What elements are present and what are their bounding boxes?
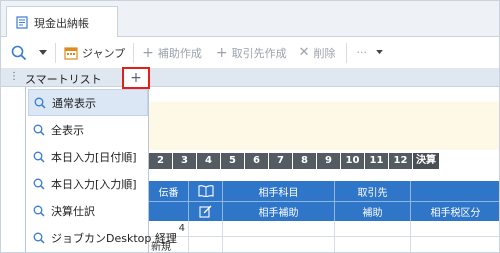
plus-icon: + <box>215 44 228 61</box>
month-tab[interactable]: 9 <box>317 153 340 169</box>
calendar-icon <box>64 46 78 60</box>
drag-handle-icon[interactable]: ⋮ <box>9 71 19 82</box>
partner-create-label: 取引先作成 <box>231 46 287 60</box>
smartlist-item-jobcan[interactable]: ジョブカンDesktop 経理 <box>28 224 177 251</box>
smartlist-dropdown: 通常表示 全表示 本日入力[日付順] 本日入力[入力順] 決算仕訳 ジョブカンD… <box>25 87 177 252</box>
smartlist-item-settlement[interactable]: 決算仕訳 <box>28 197 148 224</box>
aux-create-label: 補助作成 <box>157 46 202 60</box>
search-icon <box>33 232 45 244</box>
new-entry-row[interactable]: 新規 <box>149 237 499 252</box>
month-tabs: 2 3 4 5 6 7 8 9 10 11 12 決算 <box>149 153 440 169</box>
column-header-book[interactable] <box>189 181 223 201</box>
table-cell[interactable] <box>223 237 335 252</box>
month-tab[interactable]: 11 <box>365 153 388 169</box>
smartlist-title: スマートリスト <box>25 73 102 86</box>
column-header-empty[interactable] <box>149 201 189 221</box>
smartlist-item-normal[interactable]: 通常表示 <box>28 89 148 116</box>
smartlist-item-label: 本日入力[日付順] <box>51 150 137 164</box>
caret-down-icon <box>376 50 383 55</box>
toolbar-divider <box>133 42 135 63</box>
search-icon <box>11 45 27 60</box>
smartlist-item-label: ジョブカンDesktop 経理 <box>51 231 177 245</box>
month-tab[interactable]: 3 <box>173 153 196 169</box>
smartlist-item-today-input[interactable]: 本日入力[入力順] <box>28 170 148 197</box>
more-label: ··· <box>356 46 368 59</box>
tab-cash-ledger[interactable]: 現金出納帳 <box>6 6 118 38</box>
month-tab[interactable]: 8 <box>293 153 316 169</box>
smartlist-item-all[interactable]: 全表示 <box>28 116 148 143</box>
month-tab[interactable]: 7 <box>269 153 292 169</box>
smartlist-item-today-date[interactable]: 本日入力[日付順] <box>28 143 148 170</box>
ledger-grid-header: 伝番 相手科目 取引先 相手補助 補助 相手税区分 <box>149 181 499 221</box>
search-icon <box>33 124 45 136</box>
column-header-slip-number[interactable]: 伝番 <box>149 181 189 201</box>
caret-down-icon <box>39 49 47 55</box>
month-tab[interactable]: 4 <box>197 153 220 169</box>
ledger-icon <box>16 16 28 29</box>
close-icon: ✕ <box>298 45 310 60</box>
smartlist-header: ⋮ スマートリスト <box>1 69 499 87</box>
search-icon <box>34 97 46 109</box>
table-cell[interactable] <box>335 221 411 237</box>
tab-strip: 現金出納帳 <box>1 1 499 38</box>
book-icon <box>197 185 214 197</box>
partner-create-button[interactable]: + 取引先作成 <box>216 37 287 69</box>
info-panel <box>149 102 499 150</box>
table-row[interactable]: 4 <box>149 221 499 237</box>
toolbar-divider <box>345 42 347 63</box>
table-cell[interactable] <box>189 221 223 237</box>
plus-icon: + <box>130 70 142 86</box>
column-header-sub[interactable]: 補助 <box>335 201 411 221</box>
smartlist-item-label: 通常表示 <box>52 96 96 110</box>
column-header-counter-account[interactable]: 相手科目 <box>223 181 335 201</box>
jump-button[interactable]: ジャンプ <box>64 37 125 69</box>
table-cell[interactable] <box>411 221 499 237</box>
smartlist-add-button[interactable]: + <box>122 67 150 89</box>
table-cell[interactable] <box>223 221 335 237</box>
month-tab[interactable]: 6 <box>245 153 268 169</box>
month-tab[interactable]: 2 <box>149 153 172 169</box>
month-tab[interactable]: 10 <box>341 153 364 169</box>
column-header-counter-sub[interactable]: 相手補助 <box>223 201 335 221</box>
edit-icon <box>199 205 212 218</box>
smartlist-item-label: 全表示 <box>51 123 84 137</box>
grid-header-row: 相手補助 補助 相手税区分 <box>149 201 499 221</box>
tab-title: 現金出納帳 <box>34 16 89 30</box>
delete-label: 削除 <box>313 46 336 60</box>
column-header-partner[interactable]: 取引先 <box>335 181 411 201</box>
search-button[interactable] <box>11 37 27 69</box>
smartlist-item-label: 決算仕訳 <box>51 204 95 218</box>
table-cell[interactable] <box>189 237 223 252</box>
column-header-blank[interactable] <box>411 181 499 201</box>
jump-label: ジャンプ <box>82 46 126 60</box>
delete-button[interactable]: ✕ 削除 <box>299 37 336 69</box>
grid-header-row: 伝番 相手科目 取引先 <box>149 181 499 201</box>
aux-create-button[interactable]: + 補助作成 <box>142 37 202 69</box>
table-cell[interactable] <box>335 237 411 252</box>
more-button[interactable]: ··· <box>357 37 384 69</box>
search-icon <box>33 151 45 163</box>
search-icon <box>33 178 45 190</box>
column-header-edit[interactable] <box>189 201 223 221</box>
search-dropdown-button[interactable] <box>39 37 47 69</box>
month-tab[interactable]: 12 <box>389 153 412 169</box>
plus-icon: + <box>142 44 154 61</box>
search-icon <box>33 205 45 217</box>
app-window: 現金出納帳 ジャンプ + 補助作成 + 取引先作成 ✕ 削除 ··· ⋮ スマー… <box>0 0 500 253</box>
toolbar: ジャンプ + 補助作成 + 取引先作成 ✕ 削除 ··· <box>1 37 499 69</box>
month-tab[interactable]: 5 <box>221 153 244 169</box>
settlement-tab[interactable]: 決算 <box>413 153 439 169</box>
toolbar-divider <box>55 42 56 63</box>
column-header-counter-tax[interactable]: 相手税区分 <box>411 201 499 221</box>
smartlist-item-label: 本日入力[入力順] <box>51 177 137 191</box>
table-cell[interactable] <box>411 237 499 252</box>
